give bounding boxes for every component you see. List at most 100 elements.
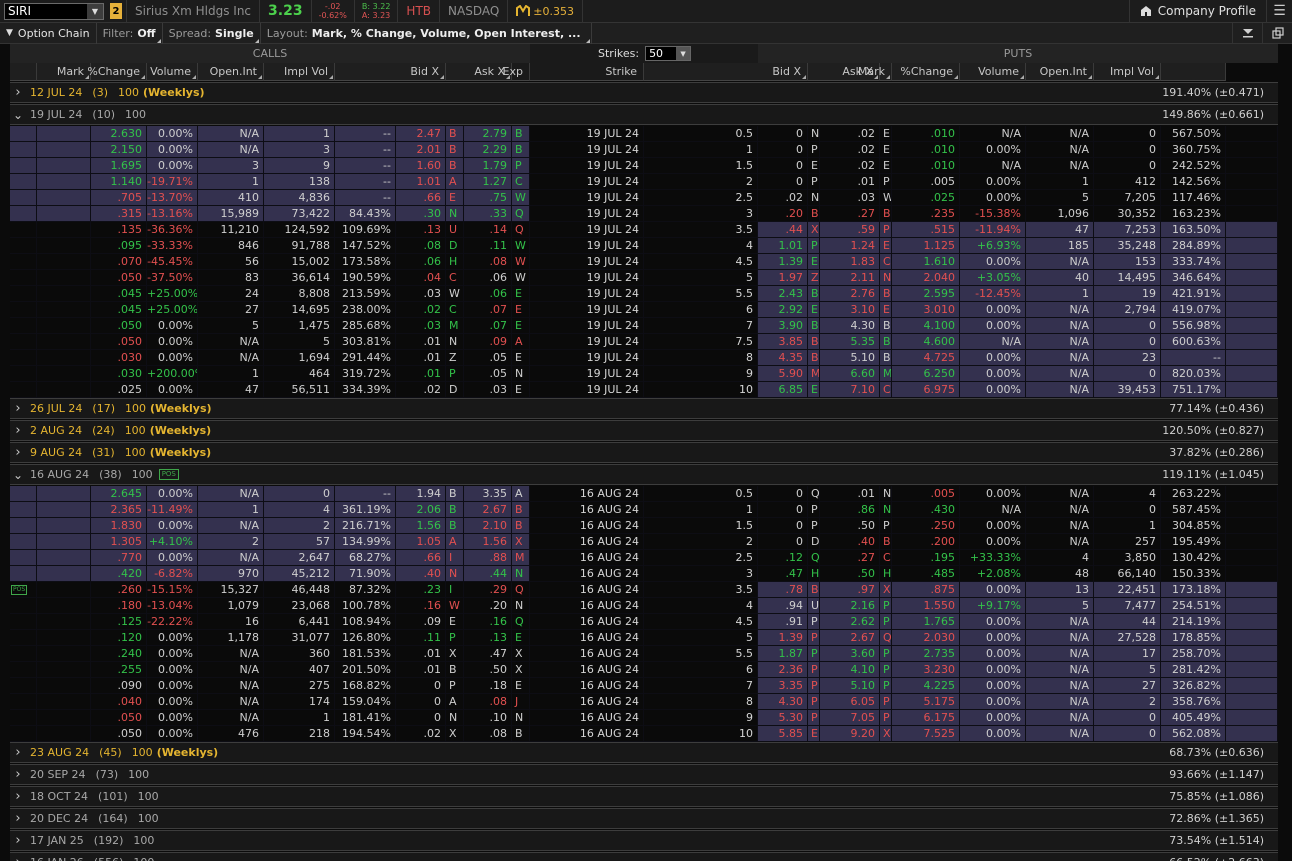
put-impl-vol[interactable]: 600.63%: [1161, 334, 1226, 350]
put-pct-change[interactable]: 0.00%: [960, 582, 1026, 598]
call-open-interest[interactable]: 3: [264, 142, 335, 158]
call-mark[interactable]: 2.630: [91, 126, 147, 142]
call-mark[interactable]: .040: [91, 694, 147, 710]
call-mark[interactable]: .045: [91, 286, 147, 302]
put-mark[interactable]: .005: [892, 174, 960, 190]
put-impl-vol[interactable]: 258.70%: [1161, 646, 1226, 662]
call-pct-change[interactable]: 0.00%: [147, 334, 198, 350]
call-open-interest[interactable]: 174: [264, 694, 335, 710]
call-pct-change[interactable]: -6.82%: [147, 566, 198, 582]
put-bid[interactable]: 4.35: [758, 350, 808, 366]
put-ask-exchange[interactable]: E: [880, 126, 892, 142]
call-bid-exchange[interactable]: B: [446, 662, 464, 678]
option-row[interactable]: .090 0.00% N/A 275 168.82% 0 P .18 E 16 AUG 24 7 3.…: [10, 678, 1278, 694]
option-row[interactable]: .240 0.00% N/A 360 181.53% .01 X .47 X 16 AUG 24 5…: [10, 646, 1278, 662]
call-pct-change[interactable]: +4.10%: [147, 534, 198, 550]
call-spacer[interactable]: [10, 710, 37, 726]
put-ask-exchange[interactable]: X: [880, 726, 892, 742]
put-ask[interactable]: 2.67: [820, 630, 880, 646]
call-ask[interactable]: .14: [464, 222, 512, 238]
put-pct-change[interactable]: 0.00%: [960, 382, 1026, 398]
put-ask-exchange[interactable]: C: [880, 254, 892, 270]
call-volume[interactable]: N/A: [198, 350, 264, 366]
put-volume[interactable]: N/A: [1026, 350, 1094, 366]
put-impl-vol[interactable]: 263.22%: [1161, 486, 1226, 502]
put-pct-change[interactable]: -15.38%: [960, 206, 1026, 222]
call-bid[interactable]: .11: [396, 630, 446, 646]
put-bid[interactable]: 0: [758, 174, 808, 190]
put-open-interest[interactable]: 5: [1094, 662, 1161, 678]
put-bid-exchange[interactable]: D: [808, 534, 820, 550]
call-impl-vol[interactable]: 71.90%: [335, 566, 396, 582]
call-ask[interactable]: .05: [464, 350, 512, 366]
put-bid[interactable]: 5.90: [758, 366, 808, 382]
call-bid-exchange[interactable]: D: [446, 238, 464, 254]
expiration-row[interactable]: › 26 JUL 24 (17) 100 (Weeklys) 77.14% (±0.436…: [10, 398, 1278, 419]
put-spacer[interactable]: [1226, 350, 1278, 366]
call-ask[interactable]: .18: [464, 678, 512, 694]
call-open-interest[interactable]: 91,788: [264, 238, 335, 254]
put-ask-exchange[interactable]: P: [880, 222, 892, 238]
put-bid[interactable]: 2.36: [758, 662, 808, 678]
call-pct-change[interactable]: -22.22%: [147, 614, 198, 630]
put-spacer[interactable]: [1226, 142, 1278, 158]
put-bid-exchange[interactable]: P: [808, 646, 820, 662]
call-impl-vol[interactable]: 159.04%: [335, 694, 396, 710]
put-pct-change[interactable]: +2.08%: [960, 566, 1026, 582]
put-volume[interactable]: N/A: [1026, 254, 1094, 270]
put-open-interest[interactable]: 66,140: [1094, 566, 1161, 582]
put-ask[interactable]: 2.62: [820, 614, 880, 630]
call-volume[interactable]: N/A: [198, 678, 264, 694]
strike-cell[interactable]: 9: [644, 710, 758, 726]
call-spacer[interactable]: [10, 190, 37, 206]
put-ask[interactable]: .86: [820, 502, 880, 518]
call-ask-exchange[interactable]: A: [512, 334, 530, 350]
call-impl-vol[interactable]: 68.27%: [335, 550, 396, 566]
put-ask[interactable]: 1.83: [820, 254, 880, 270]
strike-cell[interactable]: 6: [644, 302, 758, 318]
call-volume[interactable]: 410: [198, 190, 264, 206]
call-spacer[interactable]: [37, 350, 91, 366]
call-bid[interactable]: .66: [396, 550, 446, 566]
expiration-cell[interactable]: 19 JUL 24: [530, 254, 644, 270]
option-row[interactable]: .315 -13.16% 15,989 73,422 84.43% .30 N .33 Q 19 …: [10, 206, 1278, 222]
call-open-interest[interactable]: 31,077: [264, 630, 335, 646]
put-volume[interactable]: 5: [1026, 598, 1094, 614]
strike-cell[interactable]: 2.5: [644, 190, 758, 206]
put-bid[interactable]: 0: [758, 518, 808, 534]
put-mark[interactable]: .485: [892, 566, 960, 582]
put-ask[interactable]: 6.60: [820, 366, 880, 382]
put-volume[interactable]: N/A: [1026, 334, 1094, 350]
put-spacer[interactable]: [1226, 582, 1278, 598]
put-pct-change[interactable]: 0.00%: [960, 518, 1026, 534]
put-bid-exchange[interactable]: P: [808, 174, 820, 190]
call-spacer[interactable]: [37, 726, 91, 742]
call-spacer[interactable]: [37, 598, 91, 614]
option-row[interactable]: .420 -6.82% 970 45,212 71.90% .40 N .44 N 16 AUG …: [10, 566, 1278, 582]
put-ask[interactable]: 9.20: [820, 726, 880, 742]
call-ask[interactable]: .20: [464, 598, 512, 614]
put-ask[interactable]: .27: [820, 550, 880, 566]
call-spacer[interactable]: [37, 270, 91, 286]
call-pct-change[interactable]: -33.33%: [147, 238, 198, 254]
call-impl-vol[interactable]: 134.99%: [335, 534, 396, 550]
call-bid-exchange[interactable]: M: [446, 318, 464, 334]
put-volume[interactable]: 13: [1026, 582, 1094, 598]
strike-cell[interactable]: 4.5: [644, 254, 758, 270]
call-bid-exchange[interactable]: W: [446, 286, 464, 302]
put-ask-exchange[interactable]: E: [880, 302, 892, 318]
put-impl-vol[interactable]: 333.74%: [1161, 254, 1226, 270]
expiration-cell[interactable]: 16 AUG 24: [530, 630, 644, 646]
call-ask-exchange[interactable]: E: [512, 350, 530, 366]
call-pct-change[interactable]: -13.04%: [147, 598, 198, 614]
call-bid[interactable]: .66: [396, 190, 446, 206]
call-mark[interactable]: .180: [91, 598, 147, 614]
put-mark[interactable]: .025: [892, 190, 960, 206]
option-row[interactable]: 1.305 +4.10% 2 57 134.99% 1.05 A 1.56 X 16 AUG 24…: [10, 534, 1278, 550]
put-ask-exchange[interactable]: P: [880, 694, 892, 710]
call-bid-exchange[interactable]: C: [446, 302, 464, 318]
put-spacer[interactable]: [1226, 566, 1278, 582]
put-bid[interactable]: 4.30: [758, 694, 808, 710]
put-ask-exchange[interactable]: H: [880, 566, 892, 582]
put-bid[interactable]: 0: [758, 142, 808, 158]
